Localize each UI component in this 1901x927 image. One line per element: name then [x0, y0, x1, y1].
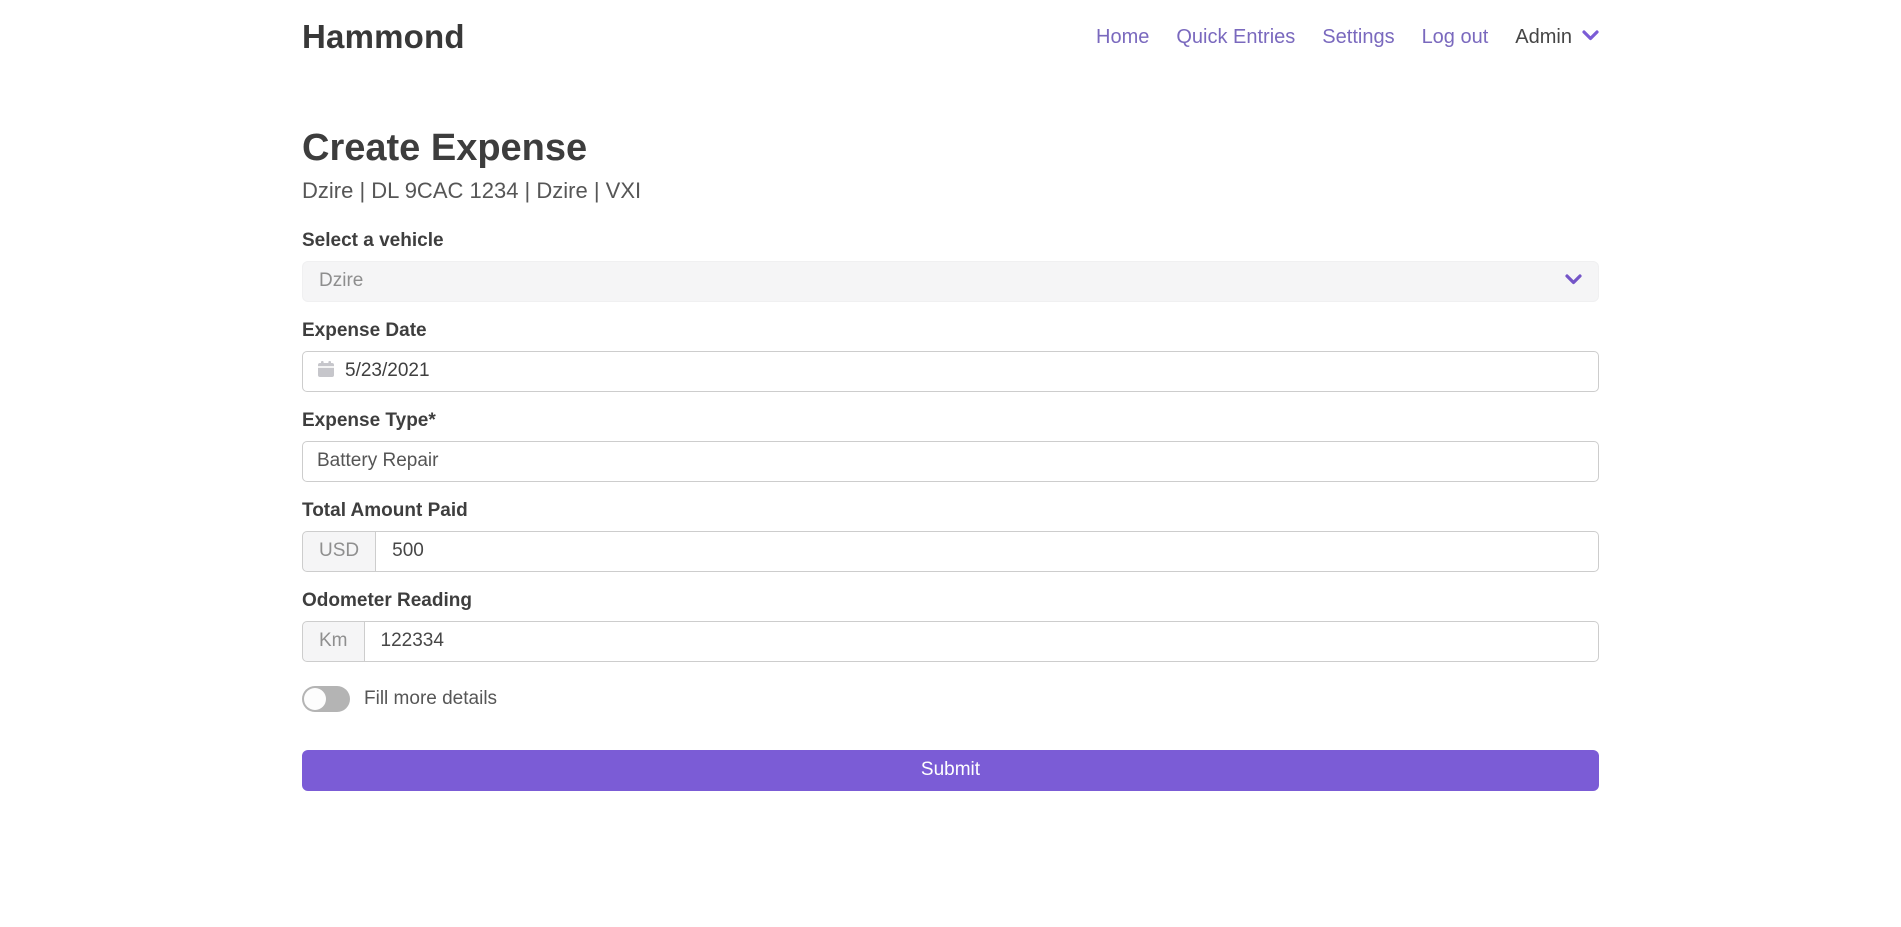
nav-home[interactable]: Home: [1096, 26, 1149, 49]
expense-type-group: Expense Type*: [302, 410, 1599, 482]
odometer-label: Odometer Reading: [302, 590, 1599, 612]
vehicle-select-value: Dzire: [319, 270, 363, 292]
expense-type-label: Expense Type*: [302, 410, 1599, 432]
calendar-icon: [317, 360, 335, 383]
nav-logout[interactable]: Log out: [1422, 26, 1489, 49]
page-title: Create Expense: [302, 126, 1599, 172]
submit-button[interactable]: Submit: [302, 750, 1599, 791]
vehicle-select[interactable]: Dzire: [302, 261, 1599, 302]
toggle-knob: [304, 688, 326, 710]
vehicle-summary: Dzire | DL 9CAC 1234 | Dzire | VXI: [302, 178, 1599, 204]
expense-type-input[interactable]: [302, 441, 1599, 482]
distance-unit-prefix: Km: [302, 621, 365, 662]
fill-more-details-toggle[interactable]: [302, 686, 350, 712]
chevron-down-icon: [1565, 272, 1582, 290]
expense-date-input[interactable]: [345, 352, 1584, 391]
total-amount-group: Total Amount Paid USD: [302, 500, 1599, 572]
brand-logo[interactable]: Hammond: [302, 18, 465, 56]
vehicle-select-group: Select a vehicle Dzire: [302, 230, 1599, 302]
fill-more-details-label: Fill more details: [364, 688, 497, 710]
main-nav: Home Quick Entries Settings Log out Admi…: [1096, 26, 1599, 49]
vehicle-select-label: Select a vehicle: [302, 230, 1599, 252]
odometer-group: Odometer Reading Km: [302, 590, 1599, 662]
nav-quick-entries[interactable]: Quick Entries: [1176, 26, 1295, 49]
expense-date-field[interactable]: [302, 351, 1599, 392]
user-menu-dropdown[interactable]: Admin: [1515, 26, 1599, 49]
expense-date-group: Expense Date: [302, 320, 1599, 392]
total-amount-label: Total Amount Paid: [302, 500, 1599, 522]
total-amount-input[interactable]: [376, 531, 1599, 572]
expense-date-label: Expense Date: [302, 320, 1599, 342]
top-nav-bar: Hammond Home Quick Entries Settings Log …: [0, 0, 1901, 74]
nav-settings[interactable]: Settings: [1322, 26, 1394, 49]
user-menu-label: Admin: [1515, 26, 1572, 49]
odometer-input[interactable]: [365, 621, 1600, 662]
chevron-down-icon: [1582, 28, 1599, 46]
currency-prefix: USD: [302, 531, 376, 572]
more-details-row: Fill more details: [302, 686, 1599, 712]
